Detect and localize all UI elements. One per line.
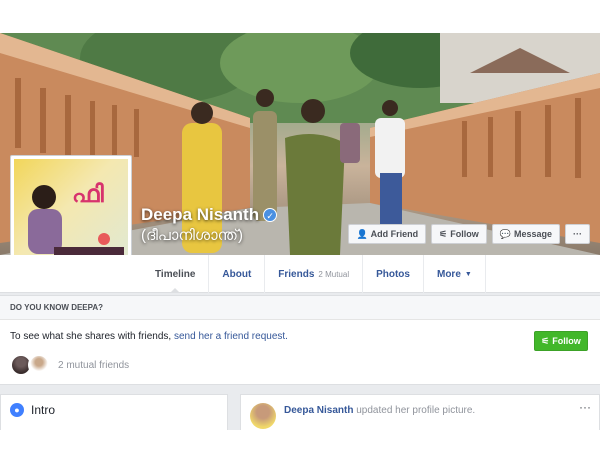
post-options-button[interactable]: ···	[579, 400, 591, 414]
tab-more[interactable]: More ▼	[424, 255, 486, 293]
mutual-friends-row[interactable]: 2 mutual friends	[10, 354, 129, 376]
more-icon: ···	[573, 229, 582, 239]
tab-friends[interactable]: Friends 2 Mutual	[265, 255, 364, 293]
mutual-friends-text[interactable]: 2 mutual friends	[58, 360, 129, 371]
do-you-know-card: DO YOU KNOW DEEPA? To see what she share…	[0, 295, 600, 385]
post-header: Deepa Nisanth updated her profile pictur…	[284, 405, 476, 416]
add-friend-icon: 👤	[356, 228, 368, 239]
intro-title: Intro	[31, 403, 56, 417]
more-options-button[interactable]: ···	[565, 224, 590, 244]
tab-timeline[interactable]: Timeline	[142, 255, 210, 293]
profile-name-block: Deepa Nisanth ✓ (ദീപാനിശാന്ത്)	[141, 205, 278, 244]
avatar-banner-text: ഫി	[72, 181, 104, 208]
facebook-profile-page: Deepa Nisanth ✓ (ദീപാനിശാന്ത്) 👤 Add Fri…	[0, 33, 600, 430]
intro-card: ● Intro	[0, 394, 228, 430]
rss-icon: ⚟	[541, 335, 550, 346]
follow-green-button[interactable]: ⚟ Follow	[534, 331, 588, 351]
profile-name[interactable]: Deepa Nisanth	[141, 205, 259, 225]
post-author-link[interactable]: Deepa Nisanth	[284, 405, 353, 416]
globe-icon: ●	[10, 403, 24, 417]
timeline-post: Deepa Nisanth updated her profile pictur…	[240, 394, 600, 430]
profile-nav-bar: Timeline About Friends 2 Mutual Photos M…	[0, 255, 600, 293]
mutual-friends-count: 2 Mutual	[318, 269, 350, 279]
tab-about[interactable]: About	[209, 255, 266, 293]
avatar[interactable]	[250, 403, 276, 429]
tab-photos[interactable]: Photos	[363, 255, 424, 293]
avatar[interactable]	[28, 354, 50, 376]
card-title: DO YOU KNOW DEEPA?	[0, 296, 600, 320]
add-friend-button[interactable]: 👤 Add Friend	[348, 224, 427, 244]
send-friend-request-link[interactable]: send her a friend request.	[174, 331, 288, 342]
message-button[interactable]: 💬 Message	[491, 224, 560, 244]
chevron-down-icon: ▼	[464, 270, 472, 278]
verified-badge-icon: ✓	[263, 208, 278, 222]
cover-action-buttons: 👤 Add Friend ⚟ Follow 💬 Message ···	[348, 224, 590, 244]
profile-alt-name: (ദീപാനിശാന്ത്)	[141, 227, 243, 244]
friend-request-prompt: To see what she shares with friends, sen…	[10, 331, 288, 342]
messenger-icon: 💬	[499, 228, 511, 239]
rss-icon: ⚟	[439, 228, 448, 239]
follow-button[interactable]: ⚟ Follow	[431, 224, 487, 244]
